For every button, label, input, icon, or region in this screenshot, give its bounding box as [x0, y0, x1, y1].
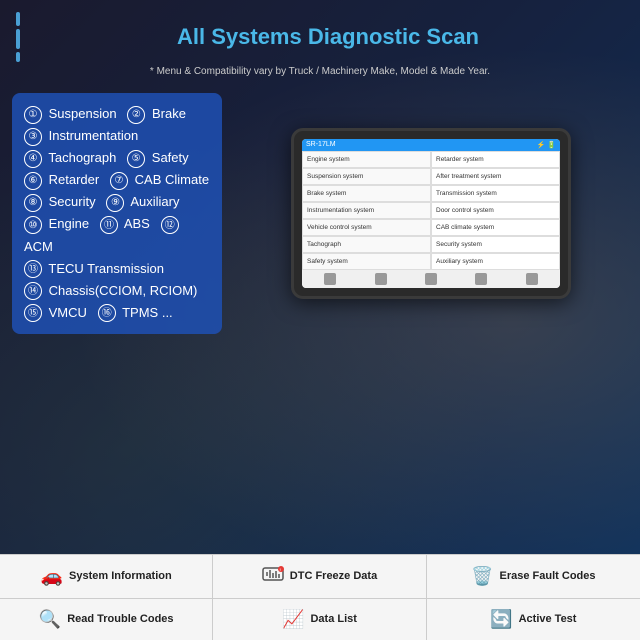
tablet-footer-icon-4 — [475, 273, 487, 285]
tablet-cell[interactable]: Safety system — [302, 253, 431, 270]
tablet-cell[interactable]: Instrumentation system — [302, 202, 431, 219]
system-row-1: ① Suspension ② Brake — [24, 103, 210, 125]
tablet-header: SR-17LM ⚡ 🔋 — [302, 139, 560, 151]
erase-fault-label: Erase Fault Codes — [500, 570, 596, 583]
top-section: All Systems Diagnostic Scan * Menu & Com… — [0, 0, 640, 93]
tablet-cell[interactable]: Engine system — [302, 151, 431, 168]
tablet-footer-icon-3 — [425, 273, 437, 285]
chart-icon: 📈 — [282, 609, 304, 630]
trash-icon: 🗑️ — [471, 566, 493, 587]
system-row-6: ⑩ Engine ⑪ ABS ⑫ ACM — [24, 213, 210, 257]
system-information-label: System Information — [69, 570, 172, 583]
search-icon: 🔍 — [39, 609, 61, 630]
tablet-cell[interactable]: Vehicle control system — [302, 219, 431, 236]
content-area: ① Suspension ② Brake ③ Instrumentation ④… — [0, 93, 640, 334]
dtc-freeze-data-button[interactable]: ! DTC Freeze Data — [213, 555, 426, 598]
bottom-bar: 🚗 System Information ! DTC — [0, 554, 640, 640]
page-title: All Systems Diagnostic Scan — [32, 24, 624, 50]
tablet-grid: Engine system Retarder system Suspension… — [302, 151, 560, 271]
systems-panel: ① Suspension ② Brake ③ Instrumentation ④… — [12, 93, 222, 334]
tablet-screen: SR-17LM ⚡ 🔋 Engine system Retarder syste… — [302, 139, 560, 289]
dtc-icon: ! — [262, 565, 284, 588]
car-icon: 🚗 — [41, 566, 63, 587]
system-row-8: ⑭ Chassis(CCIOM, RCIOM) — [24, 280, 210, 302]
menu-bars-icon — [16, 12, 20, 62]
tablet-cell[interactable]: After treatment system — [431, 168, 560, 185]
tablet-cell[interactable]: Security system — [431, 236, 560, 253]
read-trouble-label: Read Trouble Codes — [67, 613, 173, 626]
tablet-footer-icon-5 — [526, 273, 538, 285]
tablet-cell[interactable]: Door control system — [431, 202, 560, 219]
tablet-cell[interactable]: Tachograph — [302, 236, 431, 253]
tablet-footer-icon-1 — [324, 273, 336, 285]
header-row: All Systems Diagnostic Scan — [16, 12, 624, 62]
system-row-9: ⑮ VMCU ⑯ TPMS ... — [24, 302, 210, 324]
data-list-label: Data List — [310, 613, 356, 626]
main-container: All Systems Diagnostic Scan * Menu & Com… — [0, 0, 640, 640]
tablet-cell[interactable]: Brake system — [302, 185, 431, 202]
tablet-footer — [302, 270, 560, 288]
tablet-area: SR-17LM ⚡ 🔋 Engine system Retarder syste… — [234, 93, 628, 334]
system-row-3: ④ Tachograph ⑤ Safety — [24, 147, 210, 169]
active-test-button[interactable]: 🔄 Active Test — [427, 599, 640, 640]
bottom-row-2: 🔍 Read Trouble Codes 📈 Data List 🔄 Activ… — [0, 598, 640, 640]
tablet-cell[interactable]: Transmission system — [431, 185, 560, 202]
tablet-device: SR-17LM ⚡ 🔋 Engine system Retarder syste… — [291, 128, 571, 300]
tablet-status: ⚡ 🔋 — [537, 141, 556, 149]
tablet-cell[interactable]: CAB climate system — [431, 219, 560, 236]
erase-fault-codes-button[interactable]: 🗑️ Erase Fault Codes — [427, 555, 640, 598]
system-row-5: ⑧ Security ⑨ Auxiliary — [24, 191, 210, 213]
system-row-4: ⑥ Retarder ⑦ CAB Climate — [24, 169, 210, 191]
refresh-icon: 🔄 — [490, 609, 512, 630]
bottom-row-1: 🚗 System Information ! DTC — [0, 554, 640, 598]
data-list-button[interactable]: 📈 Data List — [213, 599, 426, 640]
system-row-7: ⑬ TECU Transmission — [24, 258, 210, 280]
tablet-footer-icon-2 — [375, 273, 387, 285]
tablet-cell[interactable]: Suspension system — [302, 168, 431, 185]
system-row-2: ③ Instrumentation — [24, 125, 210, 147]
page-subtitle: * Menu & Compatibility vary by Truck / M… — [16, 66, 624, 77]
active-test-label: Active Test — [519, 613, 577, 626]
dtc-freeze-label: DTC Freeze Data — [290, 570, 377, 583]
tablet-model: SR-17LM — [306, 141, 336, 149]
svg-text:!: ! — [279, 567, 280, 572]
read-trouble-codes-button[interactable]: 🔍 Read Trouble Codes — [0, 599, 213, 640]
tablet-cell[interactable]: Auxiliary system — [431, 253, 560, 270]
system-information-button[interactable]: 🚗 System Information — [0, 555, 213, 598]
tablet-cell[interactable]: Retarder system — [431, 151, 560, 168]
